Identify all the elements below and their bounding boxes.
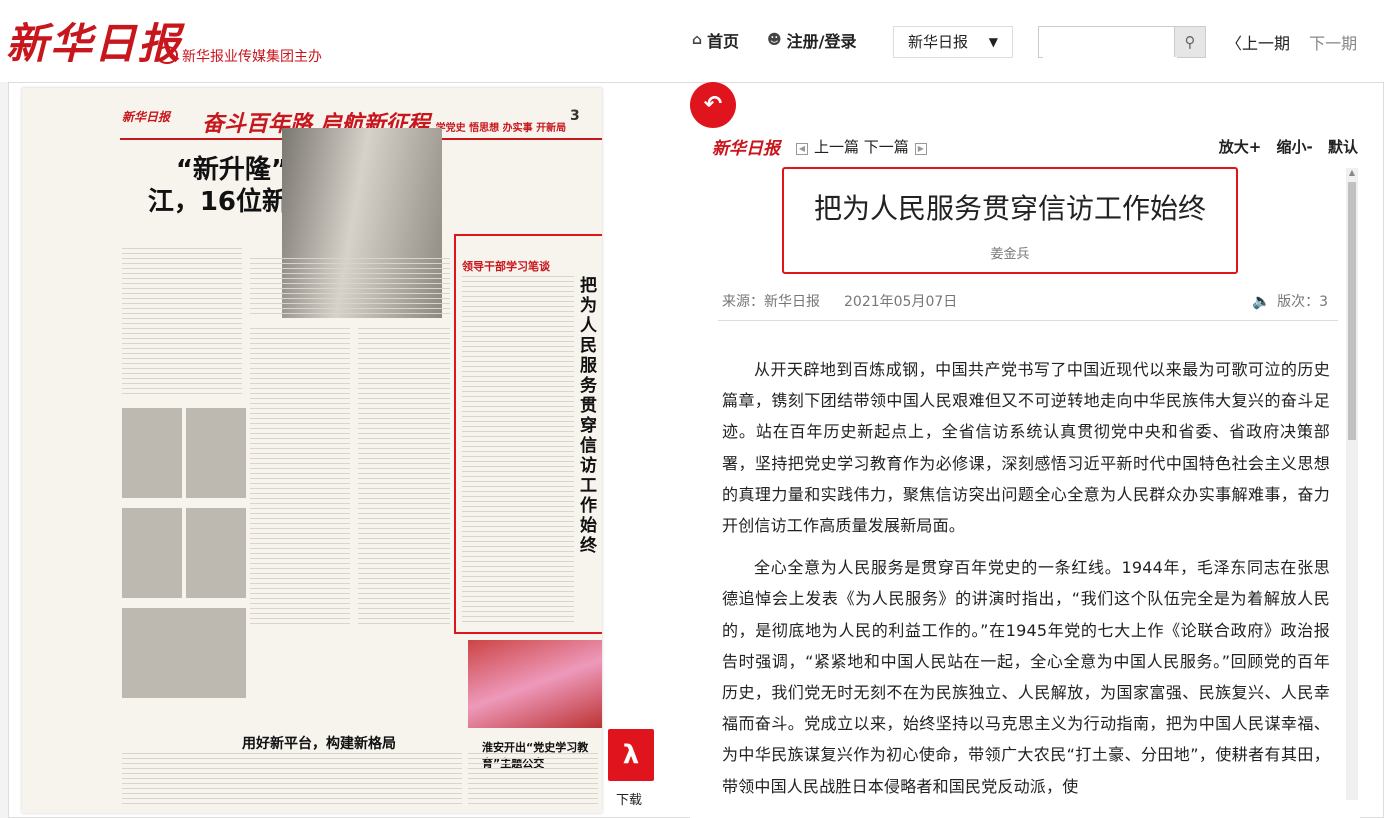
zoom-default-button[interactable]: 默认 bbox=[1328, 138, 1358, 156]
search-input[interactable] bbox=[1043, 28, 1177, 58]
zoom-controls: 放大+ 缩小- 默认 bbox=[1209, 136, 1358, 157]
article-logo: 新华日报 bbox=[712, 139, 780, 159]
paper-photo-bus[interactable] bbox=[468, 640, 602, 728]
article-paragraph: 从开天辟地到百炼成钢，中国共产党书写了中国近现代以来最为可歌可泣的历史篇章，镌刻… bbox=[722, 360, 1330, 536]
paper-text-block[interactable] bbox=[468, 753, 598, 808]
newspaper-page[interactable]: 新华日报 奋斗百年路 启航新征程 学党史 悟思想 办实事 开新局 3 “新升隆”遇… bbox=[22, 88, 602, 813]
paper-text-block[interactable] bbox=[358, 328, 450, 628]
paper-photo-old-newspaper[interactable] bbox=[122, 508, 182, 598]
article-prevnext: ◀ 上一篇 下一篇 ▶ bbox=[790, 136, 933, 157]
paper-text-block[interactable] bbox=[122, 753, 462, 808]
paper-masthead: 新华日报 bbox=[122, 110, 171, 124]
back-arrow-icon[interactable]: ↶ bbox=[690, 82, 736, 128]
prev-circle-icon: 〈 bbox=[1226, 34, 1243, 53]
article-title-box: 把为人民服务贯穿信访工作始终 姜金兵 bbox=[782, 167, 1238, 274]
next-square-icon: ▶ bbox=[914, 143, 927, 155]
paper-headline-2[interactable]: 用好新平台，构建新格局 bbox=[242, 733, 396, 753]
paper-text-block[interactable] bbox=[250, 258, 450, 318]
pdf-download-button[interactable]: λ bbox=[608, 729, 654, 781]
paper-text-block[interactable] bbox=[250, 328, 350, 628]
article-title: 把为人民服务贯穿信访工作始终 bbox=[813, 192, 1206, 225]
nav-home-label: 首页 bbox=[707, 32, 740, 51]
paper-select-value: 新华日报 bbox=[908, 33, 969, 51]
nav-login[interactable]: ☻ 注册/登录 bbox=[767, 28, 856, 52]
article-meta: 来源：新华日报 2021年05月07日 🔈 版次：3 bbox=[722, 291, 1328, 311]
meta-divider bbox=[718, 320, 1338, 321]
download-label[interactable]: 下载 bbox=[616, 789, 642, 808]
article-body: 从开天辟地到百炼成钢，中国共产党书写了中国近现代以来最为可歌可泣的历史篇章，镌刻… bbox=[722, 354, 1330, 813]
site-header: 新华日报 新华报业传媒集团主办 ⌂ 首页 ☻ 注册/登录 新华日报 ▼ ⚲ 〈上… bbox=[0, 0, 1384, 82]
paper-text-block[interactable] bbox=[462, 276, 574, 624]
article-date: 2021年05月07日 bbox=[844, 294, 958, 310]
pdf-icon: λ bbox=[622, 740, 640, 770]
article-edition-wrap: 🔈 版次：3 bbox=[1252, 291, 1328, 311]
prev-issue-link[interactable]: 〈上一期 bbox=[1226, 34, 1290, 53]
next-issue-link[interactable]: 下一期 bbox=[1309, 34, 1357, 53]
paper-photo-old-newspaper[interactable] bbox=[122, 608, 246, 698]
paper-photo-old-newspaper[interactable] bbox=[186, 508, 246, 598]
search-icon[interactable]: ⚲ bbox=[1174, 27, 1205, 57]
home-icon: ⌂ bbox=[692, 32, 703, 48]
zoom-out-button[interactable]: 缩小- bbox=[1277, 138, 1313, 156]
article-scrollbar[interactable]: ▲ bbox=[1346, 168, 1358, 800]
nav-login-label: 注册/登录 bbox=[786, 32, 857, 51]
paper-photo-old-newspaper[interactable] bbox=[186, 408, 246, 498]
top-nav: ⌂ 首页 ☻ 注册/登录 bbox=[692, 28, 885, 52]
prev-square-icon: ◀ bbox=[796, 143, 808, 155]
group-text: 新华报业传媒集团主办 bbox=[182, 49, 322, 65]
group-logo: 新华报业传媒集团主办 bbox=[156, 46, 322, 66]
article-edition: 版次：3 bbox=[1277, 294, 1328, 310]
issue-nav: 〈上一期 下一期 bbox=[1226, 30, 1357, 54]
article-toolbar: 新华日报 ◀ 上一篇 下一篇 ▶ 放大+ 缩小- 默认 bbox=[712, 134, 1358, 160]
zoom-in-button[interactable]: 放大+ bbox=[1219, 138, 1262, 156]
scrollbar-thumb[interactable] bbox=[1348, 182, 1356, 440]
paper-page-number: 3 bbox=[570, 108, 580, 124]
scroll-up-icon[interactable]: ▲ bbox=[1346, 168, 1358, 180]
paper-column-tag: 领导干部学习笔谈 bbox=[462, 260, 550, 273]
article-source: 来源：新华日报 bbox=[722, 294, 820, 310]
next-article-link[interactable]: 下一篇 bbox=[864, 138, 909, 156]
paper-select[interactable]: 新华日报 ▼ bbox=[893, 26, 1013, 58]
search-box: ⚲ bbox=[1038, 26, 1206, 58]
article-paragraph: 全心全意为人民服务是贯穿百年党史的一条红线。1944年，毛泽东同志在张思德追悼会… bbox=[722, 558, 1330, 796]
group-emblem-icon bbox=[156, 46, 178, 64]
speaker-icon[interactable]: 🔈 bbox=[1252, 292, 1271, 310]
caret-down-icon: ▼ bbox=[988, 35, 998, 49]
paper-photo-old-newspaper[interactable] bbox=[122, 408, 182, 498]
paper-text-block[interactable] bbox=[122, 248, 242, 398]
user-icon: ☻ bbox=[767, 32, 782, 48]
article-author: 姜金兵 bbox=[990, 247, 1030, 262]
prev-article-link[interactable]: 上一篇 bbox=[814, 138, 859, 156]
paper-vertical-title[interactable]: 把为人民服务贯穿信访工作始终 bbox=[580, 276, 600, 556]
nav-home[interactable]: ⌂ 首页 bbox=[692, 28, 739, 52]
